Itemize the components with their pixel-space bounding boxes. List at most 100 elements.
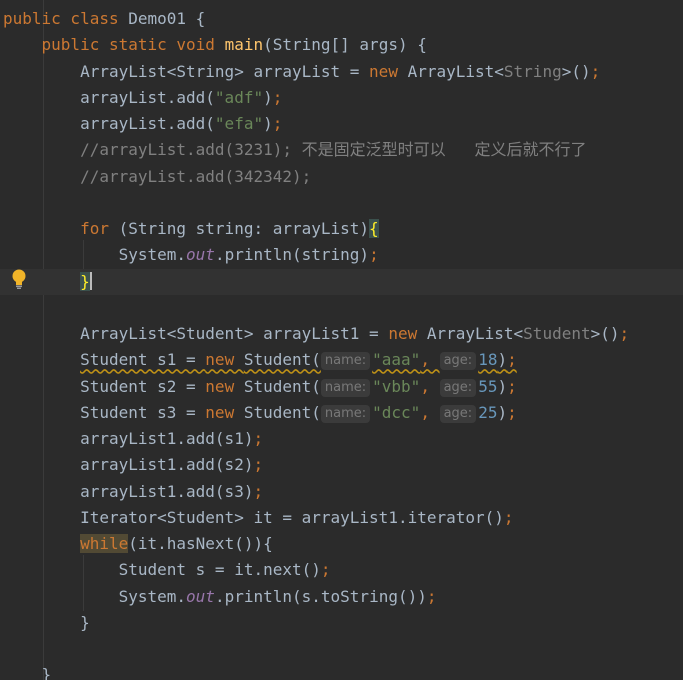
code-text: System. (3, 586, 187, 606)
code-text: Student s = it.next() (3, 560, 321, 580)
keyword-token: while (80, 534, 129, 553)
code-text: Iterator<Student> it = arrayList1.iterat… (3, 507, 504, 527)
code-text: arrayList1.add(s1) (3, 429, 254, 448)
code-text: Student s1 = (80, 350, 206, 370)
code-text: ArrayList<Student> arrayList1 = (3, 324, 389, 343)
keyword-token: new (205, 402, 244, 422)
code-line[interactable]: ArrayList<Student> arrayList1 = new Arra… (0, 321, 683, 347)
code-line[interactable]: Student s = it.next(); (0, 557, 683, 583)
code-line[interactable]: Iterator<Student> it = arrayList1.iterat… (0, 505, 683, 531)
code-line[interactable]: //arrayList.add(3231); 不是固定泛型时可以 定义后就不行了 (0, 137, 683, 163)
code-text: ArrayList< (407, 61, 504, 81)
keyword-token: new (205, 350, 244, 370)
code-text: ArrayList<String> arrayList = (3, 61, 370, 81)
code-line[interactable]: } (0, 662, 683, 680)
keyword-token: new (205, 376, 244, 396)
number-literal: 25 (478, 402, 498, 422)
string-literal: "adf" (214, 87, 264, 107)
keyword-token: public class (3, 9, 129, 28)
code-text: ) (263, 114, 273, 133)
code-line[interactable]: } (0, 268, 683, 295)
string-literal: "efa" (214, 114, 264, 133)
keyword-token: ; (272, 87, 283, 107)
lightbulb-icon[interactable] (11, 269, 27, 289)
string-literal: "aaa" (372, 350, 421, 370)
keyword-token: new (388, 324, 427, 343)
code-line[interactable]: System.out.println(s.toString()); (0, 584, 683, 610)
keyword-token: ; (590, 61, 601, 81)
code-text: ) (497, 350, 508, 370)
code-line[interactable]: arrayList1.add(s1); (0, 426, 683, 452)
code-text: } (3, 665, 52, 680)
keyword-token: ; (619, 324, 630, 343)
code-line[interactable]: arrayList.add("adf"); (0, 85, 683, 111)
field-token: out (186, 586, 215, 606)
comment-token: //arrayList.add(342342); (3, 166, 312, 186)
method-name-token: main (224, 35, 264, 55)
code-line[interactable]: public static void main(String[] args) { (0, 32, 683, 58)
code-line[interactable] (0, 190, 683, 216)
code-line[interactable]: Student s3 = new Student(name: "dcc", age… (0, 400, 683, 426)
code-text: Student( (243, 350, 321, 370)
code-text: >() (561, 61, 591, 81)
code-line[interactable] (0, 636, 683, 662)
code-text: ArrayList< (426, 324, 524, 343)
parameter-hint: name: (320, 404, 371, 423)
code-line[interactable]: ArrayList<String> arrayList = new ArrayL… (0, 59, 683, 85)
code-text: (String[] args) { (263, 35, 427, 55)
code-line[interactable]: //arrayList.add(342342); (0, 164, 683, 190)
number-literal: 18 (478, 350, 498, 370)
keyword-token: ; (320, 560, 331, 580)
keyword-token: ; (253, 481, 264, 501)
code-text: arrayList1.add(s2) (3, 455, 254, 475)
text-caret (89, 271, 92, 290)
field-token: out (186, 245, 215, 265)
string-literal: "dcc" (372, 402, 421, 422)
comment-token: Student (523, 324, 591, 343)
keyword-token: ; (369, 245, 379, 265)
keyword-token: , (420, 350, 440, 370)
parameter-hint: age: (439, 378, 477, 397)
keyword-token: , (420, 402, 440, 422)
keyword-token: ; (253, 429, 264, 448)
code-text: ) (263, 87, 273, 107)
code-text: Student( (243, 402, 321, 422)
code-line[interactable]: arrayList1.add(s3); (0, 479, 683, 505)
keyword-token: ; (507, 376, 517, 396)
keyword-token: ; (272, 114, 283, 133)
code-text: arrayList1.add(s3) (3, 481, 254, 501)
code-line[interactable]: for (String string: arrayList){ (0, 216, 683, 242)
keyword-token: ; (426, 586, 437, 606)
code-line[interactable]: arrayList.add("efa"); (0, 111, 683, 137)
code-editor[interactable]: public class Demo01 { public static void… (0, 0, 683, 680)
code-line[interactable]: System.out.println(string); (0, 242, 683, 268)
string-literal: "vbb" (372, 376, 421, 396)
parameter-hint: name: (320, 352, 371, 371)
code-text: .println(s.toString()) (214, 586, 427, 606)
code-text: Demo01 { (128, 9, 206, 28)
code-text: Student( (243, 376, 321, 396)
code-text: .println(string) (214, 245, 370, 265)
code-text: ) (497, 402, 508, 422)
code-line[interactable]: Student s1 = new Student(name: "aaa", age… (0, 347, 683, 373)
code-text: Student s3 = (3, 402, 206, 422)
matched-brace: } (80, 271, 90, 291)
parameter-hint: age: (439, 404, 477, 423)
code-line[interactable]: } (0, 610, 683, 636)
code-line[interactable]: arrayList1.add(s2); (0, 452, 683, 478)
code-line[interactable]: Student s2 = new Student(name: "vbb", age… (0, 374, 683, 400)
code-text: Student s2 = (3, 376, 206, 396)
code-line[interactable]: while(it.hasNext()){ (0, 531, 683, 557)
code-text: System. (3, 245, 187, 265)
code-line[interactable]: public class Demo01 { (0, 6, 683, 32)
keyword-token: new (369, 61, 408, 81)
keyword-token: ; (253, 455, 264, 475)
keyword-token: ; (507, 350, 517, 370)
code-line[interactable] (0, 295, 683, 321)
keyword-token: ; (507, 402, 517, 422)
parameter-hint: age: (439, 352, 477, 371)
code-text: (String string: arrayList) (118, 219, 370, 238)
